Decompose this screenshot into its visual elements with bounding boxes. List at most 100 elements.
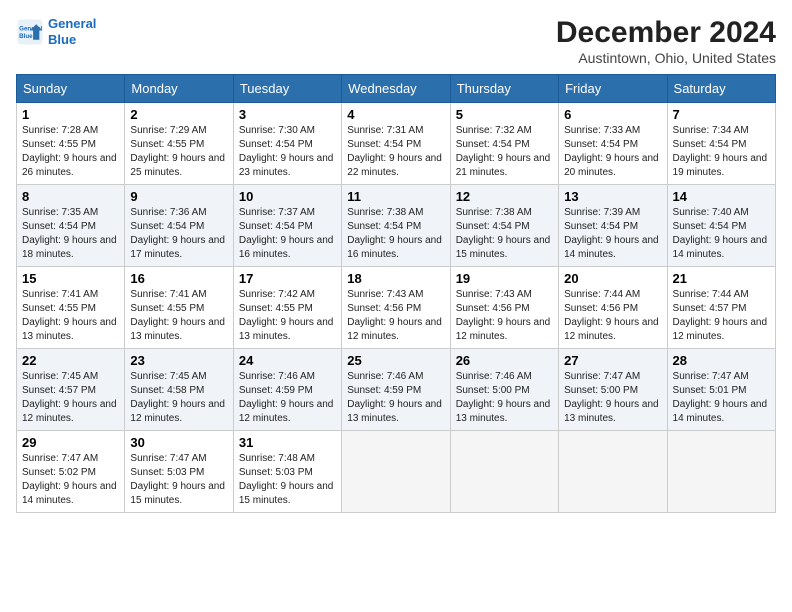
calendar-cell	[667, 431, 775, 513]
calendar-cell: 25 Sunrise: 7:46 AMSunset: 4:59 PMDayligh…	[342, 349, 450, 431]
day-number: 23	[130, 353, 227, 368]
day-number: 17	[239, 271, 336, 286]
day-number: 30	[130, 435, 227, 450]
calendar-week-row: 15 Sunrise: 7:41 AMSunset: 4:55 PMDayligh…	[17, 267, 776, 349]
day-info: Sunrise: 7:35 AMSunset: 4:54 PMDaylight:…	[22, 206, 119, 262]
day-info: Sunrise: 7:47 AMSunset: 5:03 PMDaylight:…	[130, 452, 227, 508]
day-number: 15	[22, 271, 119, 286]
calendar-cell: 9 Sunrise: 7:36 AMSunset: 4:54 PMDaylight…	[125, 185, 233, 267]
day-info: Sunrise: 7:48 AMSunset: 5:03 PMDaylight:…	[239, 452, 336, 508]
location: Austintown, Ohio, United States	[556, 50, 776, 66]
day-number: 13	[564, 189, 661, 204]
calendar-week-row: 8 Sunrise: 7:35 AMSunset: 4:54 PMDaylight…	[17, 185, 776, 267]
month-title: December 2024	[556, 16, 776, 50]
calendar-week-row: 22Sunrise: 7:45 AMSunset: 4:57 PMDayligh…	[17, 349, 776, 431]
calendar-cell: 2 Sunrise: 7:29 AMSunset: 4:55 PMDaylight…	[125, 103, 233, 185]
weekday-header: Wednesday	[342, 75, 450, 103]
calendar-cell: 12Sunrise: 7:38 AMSunset: 4:54 PMDayligh…	[450, 185, 558, 267]
day-info: Sunrise: 7:28 AMSunset: 4:55 PMDaylight:…	[22, 124, 119, 180]
day-number: 31	[239, 435, 336, 450]
weekday-header: Tuesday	[233, 75, 341, 103]
calendar-cell: 14 Sunrise: 7:40 AMSunset: 4:54 PMDayligh…	[667, 185, 775, 267]
day-info: Sunrise: 7:36 AMSunset: 4:54 PMDaylight:…	[130, 206, 227, 262]
logo-icon: General Blue	[16, 18, 44, 46]
day-number: 24	[239, 353, 336, 368]
day-number: 7	[673, 107, 770, 122]
day-info: Sunrise: 7:29 AMSunset: 4:55 PMDaylight:…	[130, 124, 227, 180]
day-info: Sunrise: 7:47 AMSunset: 5:01 PMDaylight:…	[673, 370, 770, 426]
svg-text:Blue: Blue	[19, 33, 33, 40]
day-number: 5	[456, 107, 553, 122]
calendar-week-row: 29Sunrise: 7:47 AMSunset: 5:02 PMDayligh…	[17, 431, 776, 513]
day-info: Sunrise: 7:43 AMSunset: 4:56 PMDaylight:…	[456, 288, 553, 344]
calendar-week-row: 1 Sunrise: 7:28 AMSunset: 4:55 PMDaylight…	[17, 103, 776, 185]
calendar-cell: 28 Sunrise: 7:47 AMSunset: 5:01 PMDayligh…	[667, 349, 775, 431]
day-number: 2	[130, 107, 227, 122]
day-info: Sunrise: 7:41 AMSunset: 4:55 PMDaylight:…	[130, 288, 227, 344]
calendar-cell: 13Sunrise: 7:39 AMSunset: 4:54 PMDayligh…	[559, 185, 667, 267]
day-info: Sunrise: 7:32 AMSunset: 4:54 PMDaylight:…	[456, 124, 553, 180]
weekday-header: Friday	[559, 75, 667, 103]
weekday-header: Thursday	[450, 75, 558, 103]
calendar-cell: 4Sunrise: 7:31 AMSunset: 4:54 PMDaylight…	[342, 103, 450, 185]
calendar-cell	[450, 431, 558, 513]
calendar-cell: 27Sunrise: 7:47 AMSunset: 5:00 PMDayligh…	[559, 349, 667, 431]
day-info: Sunrise: 7:45 AMSunset: 4:57 PMDaylight:…	[22, 370, 119, 426]
calendar-cell: 7 Sunrise: 7:34 AMSunset: 4:54 PMDaylight…	[667, 103, 775, 185]
day-number: 28	[673, 353, 770, 368]
day-number: 18	[347, 271, 444, 286]
calendar-cell: 18Sunrise: 7:43 AMSunset: 4:56 PMDayligh…	[342, 267, 450, 349]
day-info: Sunrise: 7:45 AMSunset: 4:58 PMDaylight:…	[130, 370, 227, 426]
calendar-cell: 5 Sunrise: 7:32 AMSunset: 4:54 PMDaylight…	[450, 103, 558, 185]
calendar-cell: 8 Sunrise: 7:35 AMSunset: 4:54 PMDaylight…	[17, 185, 125, 267]
calendar-cell: 23 Sunrise: 7:45 AMSunset: 4:58 PMDayligh…	[125, 349, 233, 431]
day-info: Sunrise: 7:31 AMSunset: 4:54 PMDaylight:…	[347, 124, 444, 180]
calendar-cell: 6 Sunrise: 7:33 AMSunset: 4:54 PMDaylight…	[559, 103, 667, 185]
day-number: 8	[22, 189, 119, 204]
logo-text: General Blue	[48, 16, 96, 47]
calendar-cell: 1 Sunrise: 7:28 AMSunset: 4:55 PMDaylight…	[17, 103, 125, 185]
calendar-cell: 30 Sunrise: 7:47 AMSunset: 5:03 PMDayligh…	[125, 431, 233, 513]
calendar-cell: 19 Sunrise: 7:43 AMSunset: 4:56 PMDayligh…	[450, 267, 558, 349]
day-number: 21	[673, 271, 770, 286]
calendar-cell: 17Sunrise: 7:42 AMSunset: 4:55 PMDayligh…	[233, 267, 341, 349]
day-number: 25	[347, 353, 444, 368]
page-header: General Blue General Blue December 2024 …	[16, 16, 776, 66]
calendar-cell: 31 Sunrise: 7:48 AMSunset: 5:03 PMDayligh…	[233, 431, 341, 513]
day-number: 29	[22, 435, 119, 450]
calendar-table: SundayMondayTuesdayWednesdayThursdayFrid…	[16, 74, 776, 513]
logo: General Blue General Blue	[16, 16, 96, 47]
day-number: 11	[347, 189, 444, 204]
day-info: Sunrise: 7:44 AMSunset: 4:56 PMDaylight:…	[564, 288, 661, 344]
day-info: Sunrise: 7:40 AMSunset: 4:54 PMDaylight:…	[673, 206, 770, 262]
day-info: Sunrise: 7:30 AMSunset: 4:54 PMDaylight:…	[239, 124, 336, 180]
day-number: 9	[130, 189, 227, 204]
calendar-cell: 3Sunrise: 7:30 AMSunset: 4:54 PMDaylight…	[233, 103, 341, 185]
calendar-cell: 22Sunrise: 7:45 AMSunset: 4:57 PMDayligh…	[17, 349, 125, 431]
calendar-cell: 16 Sunrise: 7:41 AMSunset: 4:55 PMDayligh…	[125, 267, 233, 349]
day-number: 6	[564, 107, 661, 122]
day-info: Sunrise: 7:37 AMSunset: 4:54 PMDaylight:…	[239, 206, 336, 262]
day-info: Sunrise: 7:46 AMSunset: 4:59 PMDaylight:…	[239, 370, 336, 426]
day-info: Sunrise: 7:33 AMSunset: 4:54 PMDaylight:…	[564, 124, 661, 180]
weekday-header: Saturday	[667, 75, 775, 103]
calendar-cell: 20 Sunrise: 7:44 AMSunset: 4:56 PMDayligh…	[559, 267, 667, 349]
day-info: Sunrise: 7:41 AMSunset: 4:55 PMDaylight:…	[22, 288, 119, 344]
day-info: Sunrise: 7:46 AMSunset: 4:59 PMDaylight:…	[347, 370, 444, 426]
day-number: 14	[673, 189, 770, 204]
title-block: December 2024 Austintown, Ohio, United S…	[556, 16, 776, 66]
weekday-header: Monday	[125, 75, 233, 103]
day-number: 1	[22, 107, 119, 122]
weekday-header: Sunday	[17, 75, 125, 103]
day-info: Sunrise: 7:34 AMSunset: 4:54 PMDaylight:…	[673, 124, 770, 180]
day-number: 26	[456, 353, 553, 368]
day-info: Sunrise: 7:44 AMSunset: 4:57 PMDaylight:…	[673, 288, 770, 344]
day-number: 16	[130, 271, 227, 286]
day-number: 19	[456, 271, 553, 286]
calendar-cell: 15 Sunrise: 7:41 AMSunset: 4:55 PMDayligh…	[17, 267, 125, 349]
calendar-cell	[559, 431, 667, 513]
calendar-cell: 29Sunrise: 7:47 AMSunset: 5:02 PMDayligh…	[17, 431, 125, 513]
weekday-header-row: SundayMondayTuesdayWednesdayThursdayFrid…	[17, 75, 776, 103]
day-number: 20	[564, 271, 661, 286]
day-number: 10	[239, 189, 336, 204]
